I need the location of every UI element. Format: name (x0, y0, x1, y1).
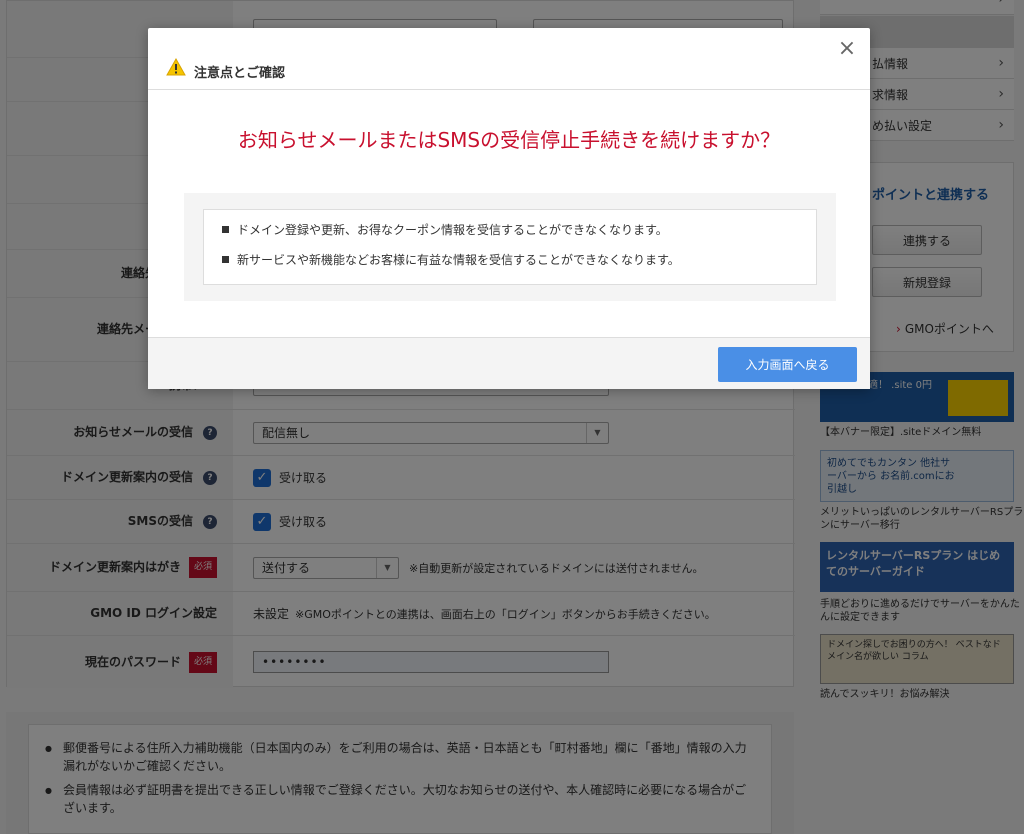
dialog-warning-box: ドメイン登録や更新、お得なクーポン情報を受信することができなくなります。 新サー… (184, 193, 836, 301)
back-to-input-button[interactable]: 入力画面へ戻る (718, 347, 857, 382)
dialog-warning-item: ドメイン登録や更新、お得なクーポン情報を受信することができなくなります。 (222, 222, 816, 238)
close-icon[interactable]: × (836, 38, 858, 60)
dialog-title: 注意点とご確認 (194, 66, 286, 81)
dialog-warning-item: 新サービスや新機能などお客様に有益な情報を受信することができなくなります。 (222, 252, 816, 268)
dialog-footer: 入力画面へ戻る (148, 337, 870, 389)
bullet-icon (222, 256, 229, 263)
warning-icon (166, 58, 186, 76)
dialog-header: 注意点とご確認 × (148, 28, 870, 90)
confirm-dialog: 注意点とご確認 × お知らせメールまたはSMSの受信停止手続きを続けますか？ ド… (148, 28, 870, 389)
dialog-question: お知らせメールまたはSMSの受信停止手続きを続けますか？ (237, 128, 781, 152)
bullet-icon (222, 226, 229, 233)
